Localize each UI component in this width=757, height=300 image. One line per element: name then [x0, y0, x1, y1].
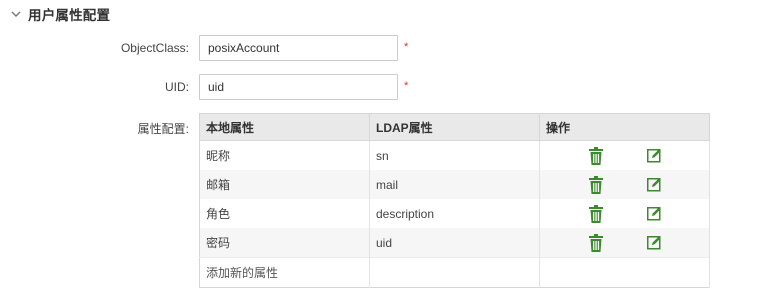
ldap-attr-cell: mail: [369, 170, 540, 199]
edit-icon[interactable]: [645, 176, 663, 194]
edit-icon[interactable]: [645, 147, 663, 165]
local-attr-cell: 昵称: [199, 140, 370, 170]
section-title: 用户属性配置: [28, 8, 111, 23]
trash-icon[interactable]: [587, 146, 605, 165]
uid-required-mark: *: [404, 80, 409, 92]
objectclass-label: ObjectClass:: [120, 41, 189, 55]
uid-input[interactable]: [199, 74, 398, 100]
objectclass-required-mark: *: [404, 41, 409, 53]
objectclass-input[interactable]: [199, 35, 398, 61]
table-row: 昵称 sn: [199, 140, 710, 170]
section-header[interactable]: 用户属性配置: [10, 4, 110, 24]
ldap-attr-cell: description: [369, 199, 540, 228]
local-attr-cell: 密码: [199, 228, 370, 258]
empty-cell: [539, 257, 710, 288]
trash-icon[interactable]: [587, 204, 605, 223]
actions-cell: [539, 228, 710, 258]
local-attr-cell: 邮箱: [199, 170, 370, 199]
table-header-row: 本地属性 LDAP属性 操作: [199, 113, 710, 141]
local-attr-cell: 角色: [199, 199, 370, 228]
attribute-table: 本地属性 LDAP属性 操作 昵称 sn 邮箱 mail 角色 descript…: [199, 113, 710, 288]
attr-config-label: 属性配置:: [137, 122, 189, 136]
table-row: 角色 description: [199, 199, 710, 228]
actions-cell: [539, 140, 710, 170]
add-attribute-row: 添加新的属性: [199, 257, 710, 288]
edit-icon[interactable]: [645, 205, 663, 223]
add-attribute-cell: 添加新的属性: [199, 257, 370, 288]
column-header-actions: 操作: [539, 113, 710, 141]
chevron-down-icon: [11, 11, 21, 17]
ldap-attr-cell: sn: [369, 140, 540, 170]
uid-label: UID:: [165, 80, 189, 94]
actions-cell: [539, 170, 710, 199]
empty-cell: [369, 257, 540, 288]
column-header-ldap: LDAP属性: [369, 113, 540, 141]
table-row: 密码 uid: [199, 228, 710, 258]
actions-cell: [539, 199, 710, 228]
edit-icon[interactable]: [645, 234, 663, 252]
trash-icon[interactable]: [587, 175, 605, 194]
add-attribute-link[interactable]: 添加新的属性: [206, 266, 278, 280]
trash-icon[interactable]: [587, 233, 605, 252]
column-header-local: 本地属性: [199, 113, 370, 141]
table-row: 邮箱 mail: [199, 170, 710, 199]
ldap-attr-cell: uid: [369, 228, 540, 258]
